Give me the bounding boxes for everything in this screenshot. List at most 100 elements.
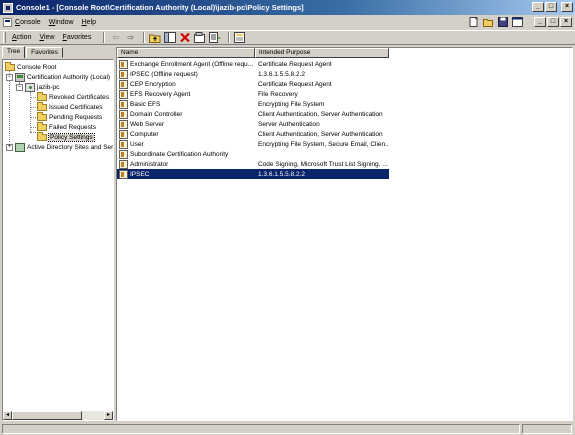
tree-node-active-directory[interactable]: + Active Directory Sites and Ser [6,142,113,152]
template-purpose: Encrypting File System, Secure Email, Cl… [258,140,389,148]
tree-node-revoked-certificates[interactable]: Revoked Certificates [37,91,109,102]
list-item[interactable]: Domain Controller Client Authentication,… [117,109,389,119]
scroll-right-icon[interactable]: ▸ [104,411,113,420]
open-console-icon[interactable] [483,17,494,27]
child-restore-button[interactable]: □ [547,17,559,27]
certificate-template-icon [119,79,128,89]
minimize-button[interactable]: _ [532,2,544,12]
list-item[interactable]: IPSEC (Offline request) 1.3.6.1.5.5.8.2.… [117,69,389,79]
template-purpose: Code Signing, Microsoft Trust List Signi… [258,160,388,168]
template-purpose: Client Authentication, Server Authentica… [258,130,383,138]
scroll-left-icon[interactable]: ◂ [3,411,12,420]
save-console-icon[interactable] [498,17,508,27]
maximize-button[interactable]: □ [545,2,557,12]
tree-node-label: Certification Authority (Local) [27,73,111,81]
forward-arrow-icon[interactable]: ⇨ [124,32,137,43]
child-close-button[interactable]: × [560,17,572,27]
tree-node-issued-certificates[interactable]: Issued Certificates [37,101,103,112]
template-name: Basic EFS [130,100,161,108]
menu-favorites[interactable]: Favorites [63,34,92,41]
toolbar-separator [143,32,146,43]
folder-icon [37,121,47,131]
child-minimize-button[interactable]: _ [534,17,546,27]
tree-node-console-root[interactable]: Console Root [5,61,56,72]
up-one-level-icon[interactable] [149,32,162,43]
list-item[interactable]: User Encrypting File System, Secure Emai… [117,139,389,149]
title-bar[interactable]: Console1 - [Console Root\Certification A… [0,0,575,15]
list-item[interactable]: CEP Encryption Certificate Request Agent [117,79,389,89]
mmc-app-icon[interactable] [3,2,13,13]
export-list-icon[interactable] [209,32,222,43]
properties-icon[interactable] [194,32,207,43]
tree-view[interactable]: Console Root − Certification Authority (… [2,59,114,421]
folder-icon [37,131,47,141]
menu-help[interactable]: Help [82,19,96,26]
status-panel-main [2,424,520,434]
list-item[interactable]: Subordinate Certification Authority [117,149,389,159]
folder-icon [37,111,47,121]
back-arrow-icon[interactable]: ⇦ [109,32,122,43]
tree-node-label: Issued Certificates [49,103,103,111]
list-item[interactable]: Exchange Enrollment Agent (Offline requ.… [117,59,389,69]
tree-node-label: Policy Settings [48,132,95,142]
list-item[interactable]: Administrator Code Signing, Microsoft Tr… [117,159,389,169]
template-purpose: Certificate Request Agent [258,80,332,88]
template-purpose: Encrypting File System [258,100,325,108]
template-name: Exchange Enrollment Agent (Offline requ.… [130,60,254,68]
menu-window[interactable]: Window [49,19,74,26]
template-purpose: Server Authentication [258,120,320,128]
menu-action[interactable]: Action [12,34,31,41]
template-name: Computer [130,130,159,138]
tree-node-server[interactable]: − jazib-pc [16,82,59,92]
template-purpose: 1.3.6.1.5.5.8.2.2 [258,170,305,178]
list-item[interactable]: Web Server Server Authentication [117,119,389,129]
details-list[interactable]: Name Intended Purpose Exchange Enrollmen… [116,47,573,421]
list-header: Name Intended Purpose [117,48,572,58]
certificate-template-icon [119,169,128,179]
template-name: IPSEC (Offline request) [130,70,198,78]
template-purpose: File Recovery [258,90,298,98]
list-item-selected[interactable]: IPSEC 1.3.6.1.5.5.8.2.2 [117,169,389,179]
menu-console[interactable]: Console [15,19,41,26]
active-directory-icon [15,142,25,152]
column-header-intended-purpose[interactable]: Intended Purpose [255,48,389,58]
tree-node-pending-requests[interactable]: Pending Requests [37,111,102,122]
template-name: IPSEC [130,170,150,178]
certificate-template-icon [119,69,128,79]
console-menu-icon[interactable] [3,17,12,27]
list-item[interactable]: Basic EFS Encrypting File System [117,99,389,109]
tab-favorites[interactable]: Favorites [26,47,63,58]
tab-tree[interactable]: Tree [2,46,26,58]
child-window-controls: _ □ × [534,17,572,27]
status-bar [0,423,575,435]
template-name: EFS Recovery Agent [130,90,191,98]
show-hide-tree-icon[interactable] [164,32,177,43]
collapse-icon[interactable]: − [6,73,13,81]
template-purpose: Certificate Request Agent [258,60,332,68]
template-purpose: 1.3.6.1.5.5.8.2.2 [258,70,305,78]
list-item[interactable]: Computer Client Authentication, Server A… [117,129,389,139]
new-console-icon[interactable] [469,17,479,27]
column-header-name[interactable]: Name [117,48,255,58]
tree-node-failed-requests[interactable]: Failed Requests [37,121,96,132]
menu-view[interactable]: View [39,34,54,41]
certificate-template-icon [119,129,128,139]
scroll-thumb[interactable] [12,411,82,420]
tree-node-policy-settings[interactable]: Policy Settings [37,131,95,142]
close-button[interactable]: × [561,2,573,12]
toolbar-grip[interactable] [3,32,6,43]
new-window-icon[interactable] [512,17,523,27]
certificate-template-icon [119,89,128,99]
template-name: Domain Controller [130,110,183,118]
expand-icon[interactable]: + [6,143,13,151]
template-purpose: Client Authentication, Server Authentica… [258,110,383,118]
collapse-icon[interactable]: − [16,83,23,91]
delete-icon[interactable] [179,32,192,43]
tree-horizontal-scrollbar[interactable]: ◂ ▸ [3,411,113,420]
certificate-template-icon [119,139,128,149]
folder-icon [37,101,47,111]
tree-node-certification-authority[interactable]: − Certification Authority (Local) [6,72,110,82]
tree-node-label: Failed Requests [49,123,96,131]
list-item[interactable]: EFS Recovery Agent File Recovery [117,89,389,99]
help-icon[interactable] [234,32,247,43]
